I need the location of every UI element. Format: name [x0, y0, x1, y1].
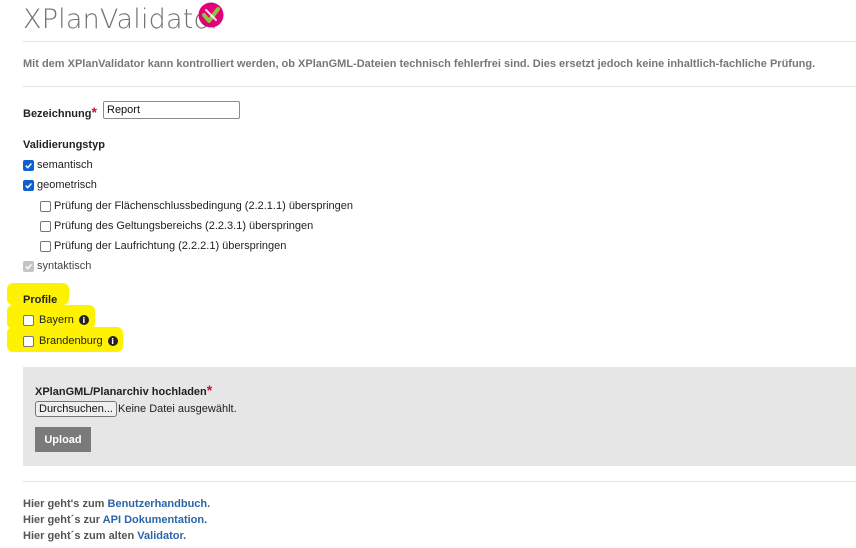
- checkmark-icon: [25, 182, 32, 189]
- geometrisch-label: geometrisch: [37, 179, 97, 191]
- bezeichnung-label: Bezeichnung: [23, 108, 92, 120]
- syntaktisch-label: syntaktisch: [37, 260, 92, 272]
- upload-heading: XPlanGML/Planarchiv hochladen: [35, 386, 207, 398]
- semantisch-checkbox[interactable]: [23, 159, 34, 171]
- profile-bayern-label: Bayern: [39, 314, 74, 326]
- footer-suffix: .: [207, 498, 211, 510]
- divider: [23, 86, 856, 87]
- bezeichnung-input[interactable]: [103, 101, 240, 119]
- bezeichnung-label-group: Bezeichnung*: [23, 104, 97, 122]
- geometrisch-checkbox[interactable]: [23, 179, 34, 191]
- footer-suffix: .: [183, 530, 187, 542]
- footer-line-validator: Hier geht´s zum alten Validator.: [23, 530, 186, 542]
- footer-prefix: Hier geht´s zur: [23, 514, 103, 526]
- skip-laufrichtung-label: Prüfung der Laufrichtung (2.2.2.1) übers…: [54, 240, 287, 252]
- skip-flaechenschluss-option[interactable]: Prüfung der Flächenschlussbedingung (2.2…: [40, 200, 353, 212]
- divider: [23, 41, 856, 42]
- intro-text: Mit dem XPlanValidator kann kontrolliert…: [23, 58, 816, 70]
- app-title: XPlanValidator: [23, 4, 222, 35]
- syntaktisch-option: syntaktisch: [23, 260, 91, 272]
- footer-line-handbuch: Hier geht's zum Benutzerhandbuch.: [23, 498, 210, 510]
- geometrisch-option[interactable]: geometrisch: [23, 179, 97, 191]
- skip-laufrichtung-checkbox[interactable]: [40, 240, 51, 252]
- validierungstyp-heading: Validierungstyp: [23, 139, 105, 151]
- benutzerhandbuch-link[interactable]: Benutzerhandbuch: [108, 498, 208, 510]
- info-circle-icon[interactable]: i: [107, 336, 118, 346]
- required-marker: *: [91, 104, 97, 120]
- skip-geltungsbereich-label: Prüfung des Geltungsbereichs (2.2.3.1) ü…: [54, 220, 314, 232]
- checkmark-icon: [25, 263, 32, 270]
- upload-heading-group: XPlanGML/Planarchiv hochladen*: [35, 382, 212, 400]
- profile-heading: Profile: [23, 294, 58, 306]
- footer-suffix: .: [204, 514, 208, 526]
- skip-flaechenschluss-label: Prüfung der Flächenschlussbedingung (2.2…: [54, 200, 354, 212]
- info-circle-icon[interactable]: i: [78, 315, 89, 325]
- browse-button[interactable]: Durchsuchen...: [35, 401, 117, 417]
- api-dokumentation-link[interactable]: API Dokumentation: [103, 514, 204, 526]
- upload-button[interactable]: Upload: [35, 427, 91, 452]
- footer-line-api: Hier geht´s zur API Dokumentation.: [23, 514, 207, 526]
- checkmark-icon: [25, 162, 32, 169]
- profile-brandenburg-checkbox[interactable]: [23, 335, 34, 347]
- profile-bayern-checkbox[interactable]: [23, 314, 34, 326]
- no-file-text: Keine Datei ausgewählt.: [118, 403, 237, 415]
- required-marker: *: [206, 382, 213, 398]
- profile-brandenburg-option[interactable]: Brandenburg i: [23, 335, 118, 347]
- alter-validator-link[interactable]: Validator: [137, 530, 183, 542]
- profile-brandenburg-label: Brandenburg: [39, 335, 103, 347]
- semantisch-option[interactable]: semantisch: [23, 159, 93, 171]
- footer-prefix: Hier geht´s zum alten: [23, 530, 138, 542]
- profile-bayern-option[interactable]: Bayern i: [23, 314, 89, 326]
- skip-geltungsbereich-option[interactable]: Prüfung des Geltungsbereichs (2.2.3.1) ü…: [40, 220, 313, 232]
- skip-laufrichtung-option[interactable]: Prüfung der Laufrichtung (2.2.2.1) übers…: [40, 240, 286, 252]
- syntaktisch-checkbox: [23, 260, 34, 272]
- skip-flaechenschluss-checkbox[interactable]: [40, 200, 51, 212]
- divider: [23, 481, 856, 482]
- semantisch-label: semantisch: [37, 159, 93, 171]
- skip-geltungsbereich-checkbox[interactable]: [40, 220, 51, 232]
- footer-prefix: Hier geht's zum: [23, 498, 108, 510]
- xplan-logo-icon: [198, 2, 224, 28]
